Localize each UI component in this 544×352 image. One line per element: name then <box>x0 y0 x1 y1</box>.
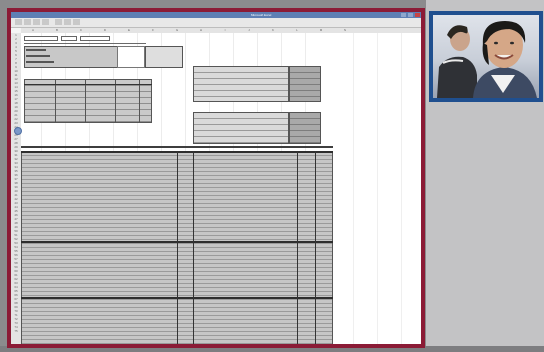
row-header[interactable]: 75 <box>11 329 21 333</box>
toolbar-button[interactable] <box>33 19 40 25</box>
worksheet-empty-area[interactable] <box>333 33 421 344</box>
details-values-top[interactable] <box>289 66 321 102</box>
person-video-icon <box>437 21 537 98</box>
webcam-thumbnail[interactable] <box>429 11 543 102</box>
webcam-video <box>433 15 539 98</box>
header-cell[interactable] <box>61 36 77 41</box>
details-block-top[interactable] <box>193 66 289 102</box>
maximize-icon[interactable] <box>408 13 413 17</box>
close-icon[interactable] <box>415 13 420 17</box>
shared-screen-frame: Microsoft Excel ABCDEFGHIJKLMN 123456789… <box>7 8 425 348</box>
header-cell[interactable] <box>80 36 110 41</box>
toolbar-button[interactable] <box>64 19 71 25</box>
toolbar-button[interactable] <box>73 19 80 25</box>
toolbar-button[interactable] <box>24 19 31 25</box>
toolbar-button[interactable] <box>55 19 62 25</box>
summary-table[interactable] <box>24 79 152 123</box>
selection-handle-icon[interactable] <box>14 127 22 135</box>
input-cell[interactable] <box>117 46 145 68</box>
info-block-right[interactable] <box>145 46 183 68</box>
worksheet-grid[interactable] <box>21 33 333 344</box>
ribbon-toolbar <box>11 18 421 28</box>
toolbar-button[interactable] <box>15 19 22 25</box>
details-values-bottom[interactable] <box>289 112 321 144</box>
header-cell[interactable] <box>24 36 58 41</box>
toolbar-button[interactable] <box>42 19 49 25</box>
minimize-icon[interactable] <box>401 13 406 17</box>
details-block-bottom[interactable] <box>193 112 289 144</box>
